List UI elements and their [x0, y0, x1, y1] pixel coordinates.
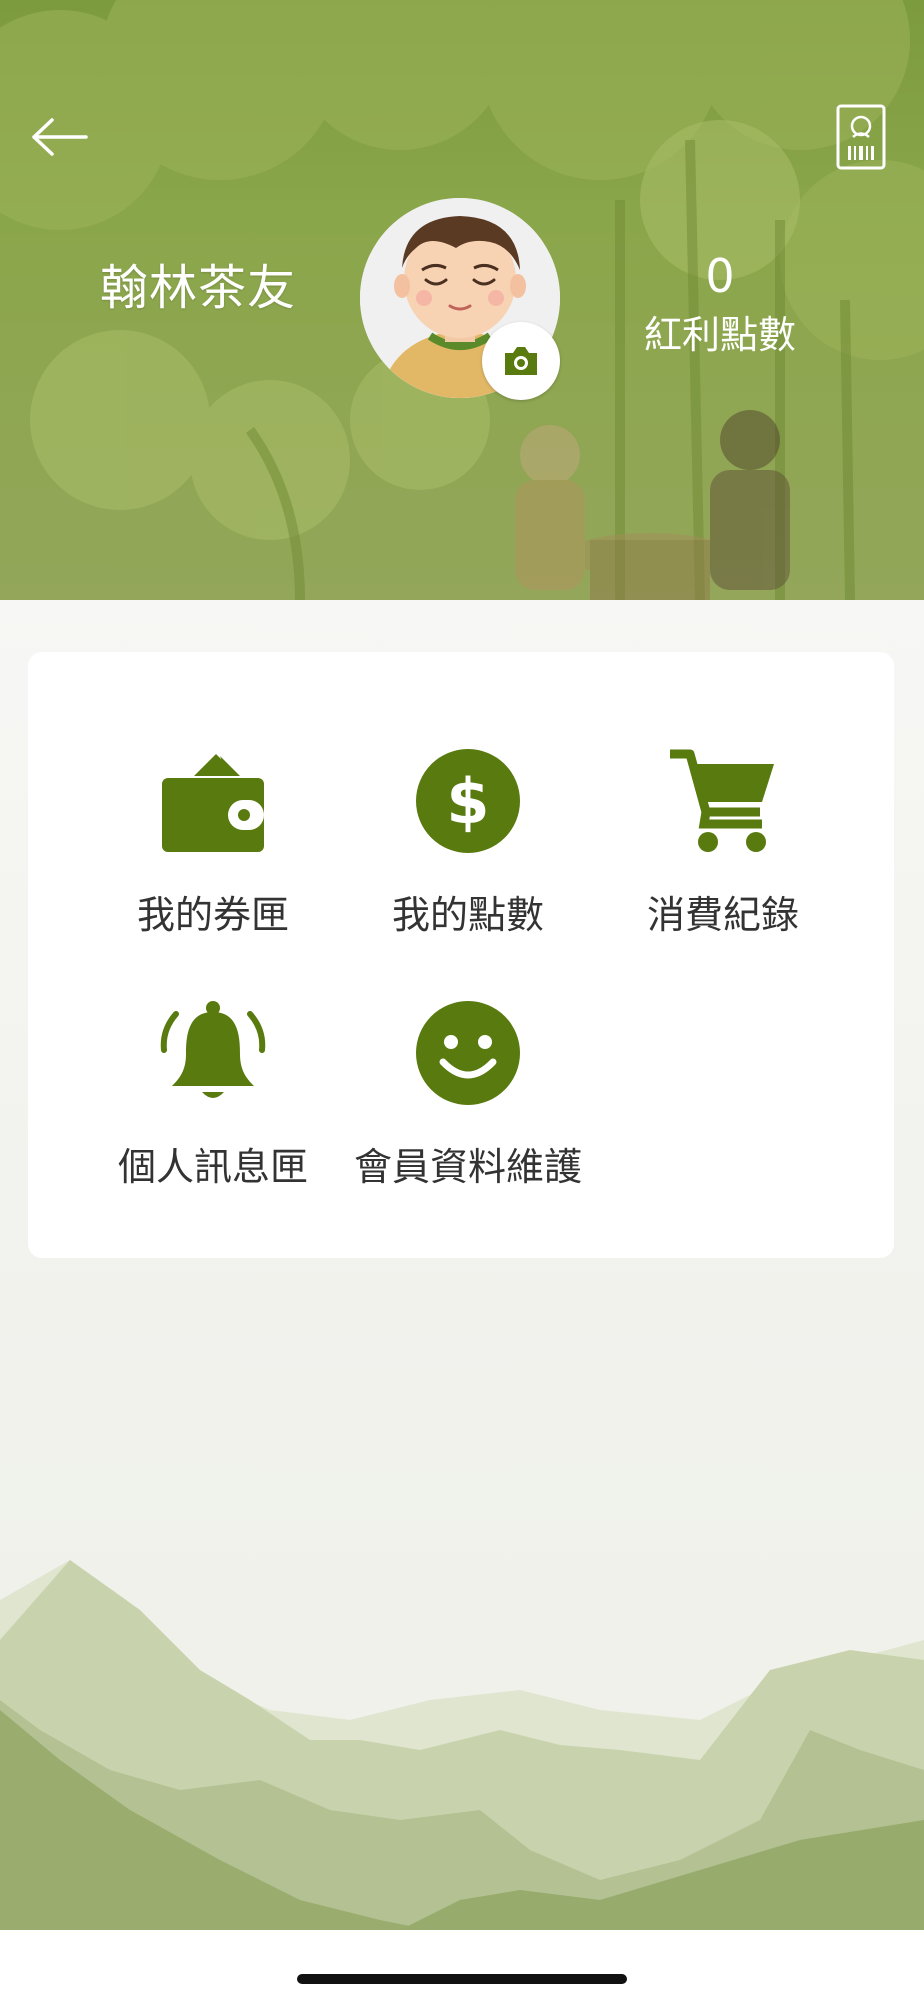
menu-item-message-inbox[interactable]: 個人訊息匣	[93, 1000, 333, 1200]
member-card-barcode-icon[interactable]	[836, 104, 886, 170]
member-menu-panel: 我的券匣 $ 我的點數 消費紀錄 個人訊息匣 會員資料維護	[28, 652, 894, 1258]
menu-item-purchase-history[interactable]: 消費紀錄	[603, 748, 843, 948]
svg-text:$: $	[446, 765, 489, 838]
home-indicator[interactable]	[297, 1974, 627, 1984]
menu-item-profile-maintenance[interactable]: 會員資料維護	[348, 1000, 588, 1200]
bottom-safe-area	[0, 1930, 924, 2000]
shopping-cart-icon	[670, 749, 774, 852]
menu-item-purchase-history-label: 消費紀錄	[646, 893, 799, 937]
menu-item-coupons[interactable]: 我的券匣	[93, 748, 333, 948]
camera-icon	[505, 347, 537, 375]
bell-icon	[160, 1001, 266, 1098]
bonus-points-value: 0	[705, 249, 735, 303]
smile-icon	[416, 1001, 520, 1105]
bonus-points-label: 紅利點數	[643, 313, 796, 357]
user-name: 翰林茶友	[100, 260, 297, 316]
menu-item-points[interactable]: $ 我的點數	[348, 748, 588, 948]
back-arrow-icon[interactable]	[30, 112, 90, 162]
change-avatar-camera-button[interactable]	[482, 322, 560, 400]
dollar-coin-icon: $	[416, 749, 520, 853]
wallet-icon	[162, 754, 264, 852]
bonus-points-summary[interactable]: 0 紅利點數	[620, 250, 820, 360]
menu-item-profile-maintenance-label: 會員資料維護	[353, 1145, 582, 1189]
profile-header: 翰林茶友 0 紅利點數	[0, 0, 924, 600]
